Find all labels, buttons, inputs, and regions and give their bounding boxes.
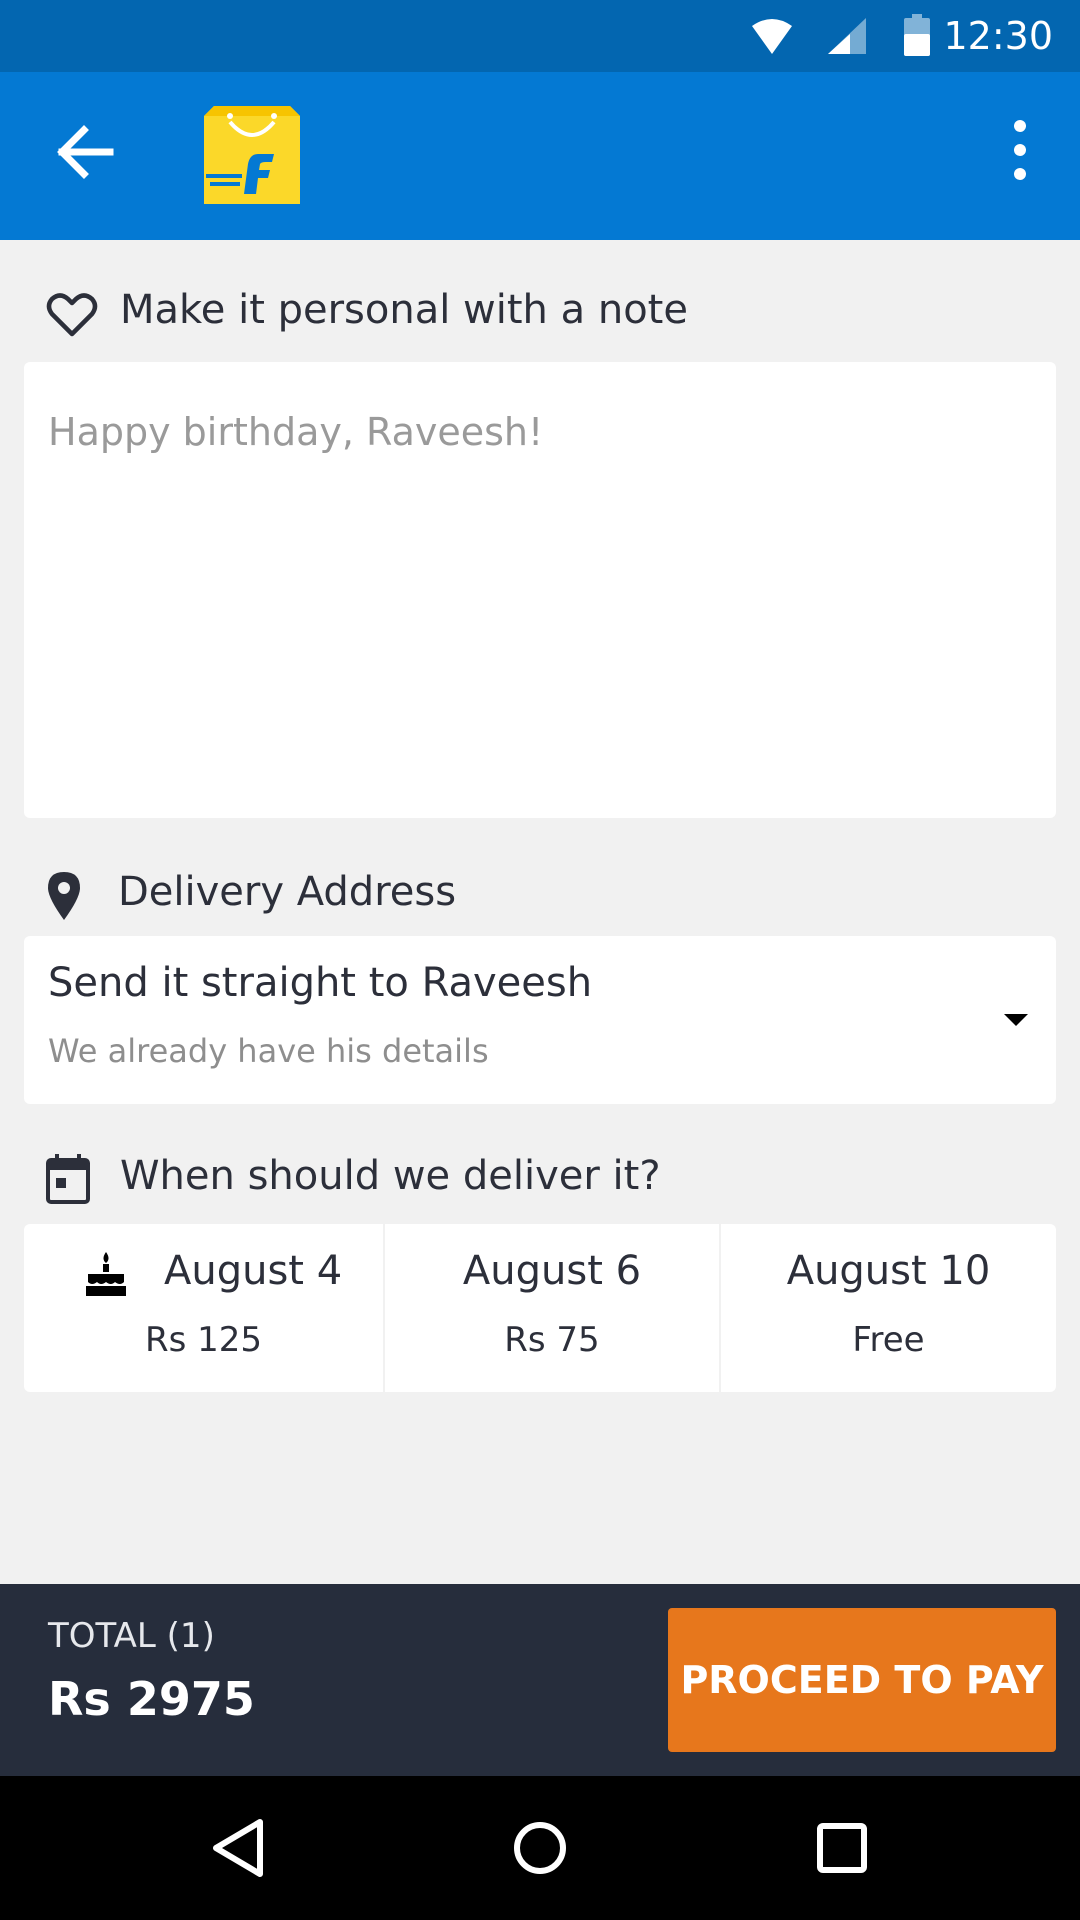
date-label: August 6 — [462, 1248, 642, 1294]
status-time: 12:30 — [943, 14, 1053, 58]
checkout-footer: TOTAL (1) Rs 2975 PROCEED TO PAY — [0, 1584, 1080, 1776]
address-section-header: Delivery Address — [0, 852, 1080, 932]
calendar-icon — [46, 1154, 90, 1204]
date-label: August 10 — [786, 1248, 991, 1294]
address-hint: We already have his details — [48, 1032, 489, 1070]
wifi-icon — [752, 19, 792, 54]
signal-icon — [828, 18, 866, 54]
overflow-menu-icon[interactable] — [1000, 112, 1040, 192]
note-card — [24, 362, 1056, 818]
delivery-heading: When should we deliver it? — [120, 1153, 661, 1199]
gift-note-input[interactable] — [24, 362, 1056, 818]
delivery-date-options: August 4 Rs 125 August 6 Rs 75 August 10… — [24, 1224, 1056, 1392]
nav-recents-icon[interactable] — [806, 1812, 878, 1884]
battery-icon — [904, 14, 930, 56]
total-amount: Rs 2975 — [48, 1672, 255, 1726]
back-arrow-icon[interactable] — [44, 112, 124, 192]
date-price: Rs 125 — [144, 1320, 263, 1360]
date-label: August 4 — [164, 1248, 343, 1294]
date-price: Rs 75 — [504, 1320, 600, 1360]
app-bar — [0, 72, 1080, 240]
status-bar: 12:30 — [0, 0, 1080, 72]
heart-icon — [46, 293, 98, 337]
proceed-to-pay-button[interactable]: PROCEED TO PAY — [668, 1608, 1056, 1752]
note-heading: Make it personal with a note — [120, 287, 688, 333]
birthday-cake-icon — [86, 1252, 126, 1296]
date-option-august-10[interactable]: August 10 Free — [721, 1224, 1056, 1392]
dropdown-caret-icon — [1004, 1014, 1028, 1026]
delivery-section-header: When should we deliver it? — [0, 1136, 1080, 1216]
total-label: TOTAL (1) — [48, 1616, 215, 1656]
nav-home-icon[interactable] — [504, 1812, 576, 1884]
system-nav-bar — [0, 1776, 1080, 1920]
flipkart-logo-icon — [204, 106, 300, 204]
note-section-header: Make it personal with a note — [0, 270, 1080, 350]
address-heading: Delivery Address — [118, 869, 457, 915]
date-price: Free — [852, 1320, 925, 1360]
address-dropdown[interactable]: Send it straight to Raveesh We already h… — [24, 936, 1056, 1104]
date-option-august-4[interactable]: August 4 Rs 125 — [24, 1224, 383, 1392]
location-pin-icon — [48, 872, 80, 920]
date-option-august-6[interactable]: August 6 Rs 75 — [385, 1224, 719, 1392]
address-selected: Send it straight to Raveesh — [48, 960, 593, 1006]
nav-back-icon[interactable] — [204, 1812, 276, 1884]
